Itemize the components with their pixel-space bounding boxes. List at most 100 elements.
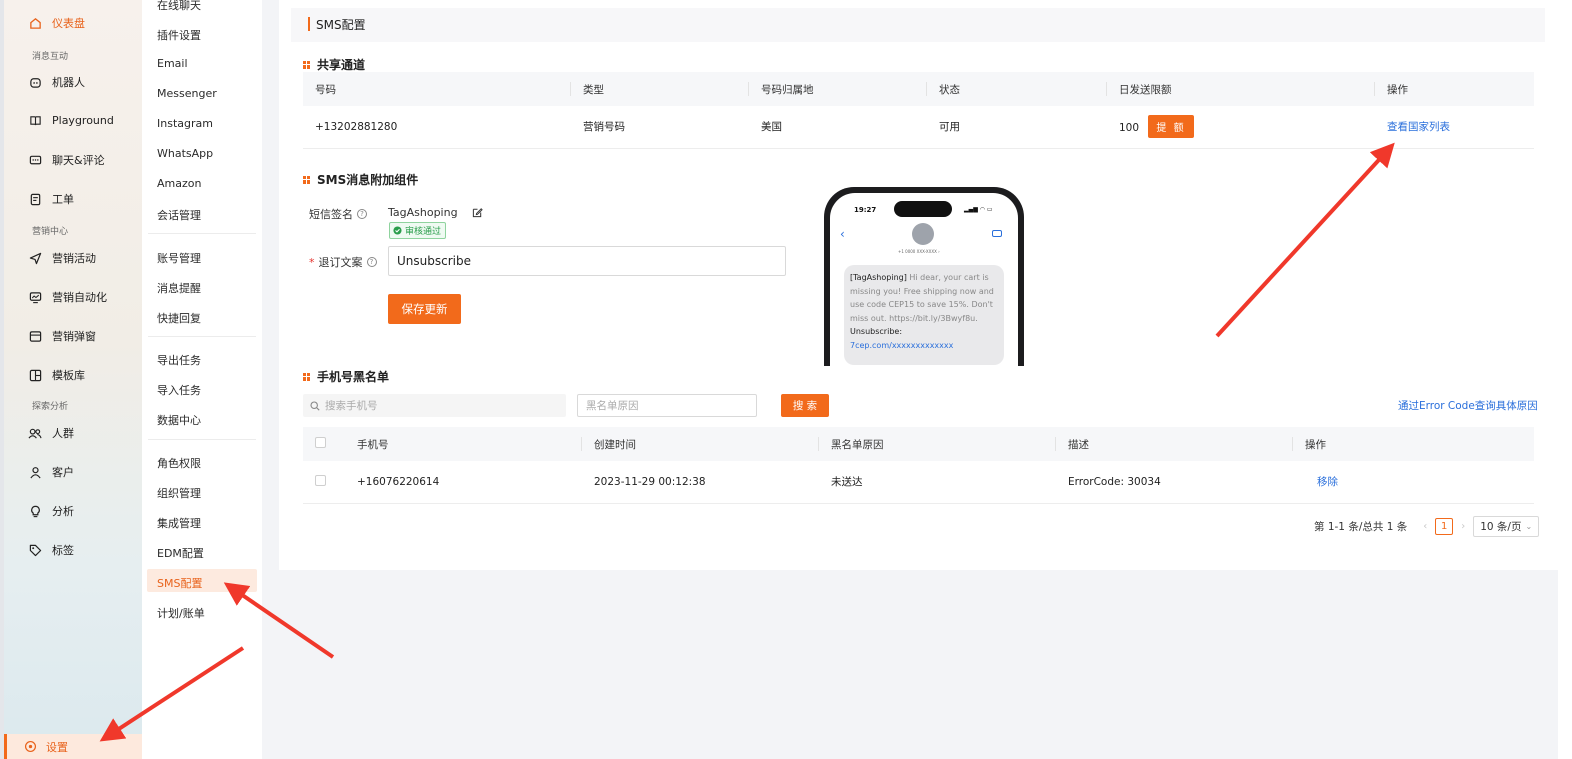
section-mark-icon [303,60,311,69]
nav-popup[interactable]: 营销弹窗 [28,328,96,344]
unsubscribe-input[interactable]: Unsubscribe [388,246,786,276]
shared-channel-title: 共享通道 [303,56,365,73]
subnav-session[interactable]: 会话管理 [157,207,201,223]
page-size-select[interactable]: 10 条/页 ⌄ [1473,516,1540,537]
video-icon [992,230,1002,237]
subnav-instagram[interactable]: Instagram [157,117,213,130]
cell-limit: 100 提 额 [1107,106,1375,149]
prev-page-icon[interactable]: ‹ [1423,521,1427,532]
home-icon [28,16,42,30]
subnav-org[interactable]: 组织管理 [157,485,201,501]
subnav-billing[interactable]: 计划/账单 [157,605,205,621]
page-current[interactable]: 1 [1435,518,1454,535]
nav-templates[interactable]: 模板库 [28,367,85,383]
error-code-link[interactable]: 通过Error Code查询具体原因 [1398,398,1538,413]
help-icon[interactable]: ? [366,257,377,267]
dynamic-island [894,201,952,217]
signature-label: 短信签名 ? [309,206,367,222]
subnav-accounts[interactable]: 账号管理 [157,250,201,266]
cell-status: 可用 [927,106,1107,149]
nav-settings[interactable]: 设置 [4,734,142,759]
blacklist-title: 手机号黑名单 [303,368,389,385]
subnav-reminders[interactable]: 消息提醒 [157,280,201,296]
edit-icon[interactable] [472,207,483,218]
next-page-icon[interactable]: › [1461,521,1465,532]
nav-audience[interactable]: 人群 [28,425,74,441]
nav-chat[interactable]: 聊天&评论 [28,152,105,168]
scroll-gutter [1558,0,1572,759]
cell-location: 美国 [749,106,927,149]
save-button[interactable]: 保存更新 [388,294,461,324]
row-checkbox[interactable] [315,474,326,486]
reason-input[interactable]: 黑名单原因 [577,394,757,417]
remove-link[interactable]: 移除 [1317,476,1338,488]
message-bubble: [TagAshoping] Hi dear, your cart is miss… [844,265,1004,365]
shared-channel-table: 号码 类型 号码归属地 状态 日发送限额 操作 +13202881280 营销号… [303,72,1534,149]
sms-preview-phone: 19:27 ▂▄▆ ◠ ▭ ‹ +1 0000 XXX-XXXX › [TagA… [824,187,1024,366]
cell-type: 营销号码 [571,106,749,149]
subnav-amazon[interactable]: Amazon [157,177,201,190]
user-icon [28,465,42,479]
cell-action: 移除 [1293,461,1534,504]
search-button[interactable]: 搜 索 [781,394,829,417]
subnav-edm[interactable]: EDM配置 [157,545,204,561]
check-circle-icon [393,226,402,235]
contact-number: +1 0000 XXX-XXXX › [898,249,940,254]
col-created: 创建时间 [582,427,819,461]
nav-campaign[interactable]: 营销活动 [28,250,96,266]
col-reason: 黑名单原因 [819,427,1056,461]
view-countries-link[interactable]: 查看国家列表 [1387,121,1450,133]
window-icon [28,329,42,343]
phone-search-input[interactable]: 搜索手机号 [303,394,566,417]
nav-robot[interactable]: 机器人 [28,74,85,90]
title-accent-bar [308,17,310,31]
help-icon[interactable]: ? [357,209,367,219]
settings-subnav: 在线聊天 插件设置 Email Messenger Instagram What… [142,0,262,759]
subnav-quick-reply[interactable]: 快捷回复 [157,310,201,326]
table-row: +13202881280 营销号码 美国 可用 100 提 额 查看国家列表 [303,106,1534,149]
nav-ticket[interactable]: 工单 [28,191,74,207]
subnav-export[interactable]: 导出任务 [157,352,201,368]
subnav-whatsapp[interactable]: WhatsApp [157,147,213,160]
robot-icon [28,75,42,89]
select-all-checkbox[interactable] [315,437,326,448]
table-row: +16076220614 2023-11-29 00:12:38 未送达 Err… [303,461,1534,504]
subnav-import[interactable]: 导入任务 [157,382,201,398]
users-icon [28,426,42,440]
back-chevron-icon: ‹ [840,227,845,241]
subnav-plugin[interactable]: 插件设置 [157,27,201,43]
col-select [303,427,345,461]
col-action: 操作 [1375,72,1534,106]
grid-plus-icon [28,368,42,382]
page-title: SMS配置 [316,18,366,32]
cell-select [303,461,345,504]
subnav-divider [148,439,256,440]
nav-customers[interactable]: 客户 [28,464,74,480]
subnav-data-center[interactable]: 数据中心 [157,412,201,428]
chevron-down-icon: ⌄ [1525,522,1533,531]
nav-group-messaging: 消息互动 [32,52,69,62]
nav-automation[interactable]: 营销自动化 [28,289,107,305]
pagination: 第 1-1 条/总共 1 条 ‹ 1 › 10 条/页 ⌄ [1314,516,1540,537]
subnav-integrations[interactable]: 集成管理 [157,515,201,531]
main-panel: SMS配置 共享通道 号码 类型 号码归属地 状态 日发送限额 操作 +1320… [279,0,1558,570]
nav-analysis[interactable]: 分析 [28,503,74,519]
nav-group-analytics: 探索分析 [32,402,69,412]
subnav-live-chat[interactable]: 在线聊天 [157,0,201,13]
col-type: 类型 [571,72,749,106]
subnav-messenger[interactable]: Messenger [157,87,217,100]
subnav-email[interactable]: Email [157,57,188,70]
col-location: 号码归属地 [749,72,927,106]
col-status: 状态 [927,72,1107,106]
nav-playground[interactable]: Playground [28,113,114,127]
raise-limit-button[interactable]: 提 额 [1148,115,1194,139]
subnav-roles[interactable]: 角色权限 [157,455,201,471]
nav-tags[interactable]: 标签 [28,542,74,558]
nav-dashboard[interactable]: 仪表盘 [28,15,85,31]
send-icon [28,251,42,265]
cell-number: +13202881280 [303,106,571,149]
chat-icon [28,153,42,167]
cell-desc: ErrorCode: 30034 [1056,461,1293,504]
subnav-sms[interactable]: SMS配置 [157,575,202,591]
cell-reason: 未送达 [819,461,1056,504]
